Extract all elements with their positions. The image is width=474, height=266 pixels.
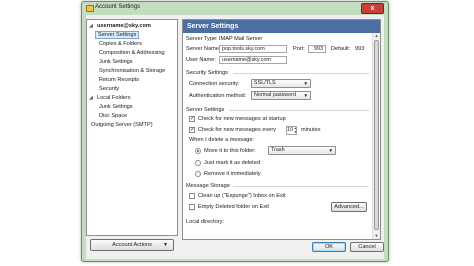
server-name-input[interactable]: pop.tools.sky.com	[219, 45, 287, 53]
tree-item-junk-settings[interactable]: Junk Settings	[97, 58, 135, 67]
account-actions-button[interactable]: Account Actions ▼	[90, 239, 174, 251]
chevron-down-icon: ▼	[163, 242, 168, 248]
remove-immediately-label: Remove it immediately	[204, 171, 261, 177]
auth-method-label: Authentication method:	[189, 93, 247, 99]
local-directory-label: Local directory:	[186, 219, 224, 225]
port-label: Port:	[293, 46, 305, 52]
divider	[233, 73, 369, 74]
check-interval-stepper[interactable]: 10 ▲ ▼	[286, 126, 297, 135]
user-name-input[interactable]: username@sky.com	[219, 56, 287, 64]
check-startup-label: Check for new messages at startup	[198, 116, 286, 122]
check-every-label: Check for new messages every	[198, 127, 277, 133]
mark-deleted-label: Just mark it as deleted	[204, 160, 260, 166]
scroll-up-icon[interactable]: ▲	[373, 33, 380, 39]
tree-item-account[interactable]: ◢ username@sky.com	[89, 22, 153, 31]
security-settings-heading: Security Settings	[186, 70, 228, 76]
default-port-value: 993	[355, 46, 365, 52]
title-bar[interactable]: Account Settings x	[82, 2, 388, 14]
connection-security-label: Connection security:	[189, 81, 240, 87]
minutes-label: minutes	[301, 127, 321, 133]
message-storage-heading: Message Storage	[186, 183, 230, 189]
empty-deleted-checkbox[interactable]	[189, 204, 195, 210]
connection-security-select[interactable]: SSL/TLS ▼	[251, 79, 311, 88]
tree-item-composition[interactable]: Composition & Addressing	[97, 49, 167, 58]
server-type-label: Server Type:	[186, 36, 218, 42]
divider	[229, 110, 369, 111]
panel-title: Server Settings	[183, 20, 380, 33]
default-port-label: Default:	[331, 46, 351, 52]
port-input[interactable]: 993	[308, 45, 326, 53]
scroll-down-icon[interactable]: ▼	[373, 233, 380, 239]
check-startup-checkbox[interactable]	[189, 115, 195, 122]
advanced-button[interactable]: Advanced...	[331, 202, 367, 212]
cancel-button[interactable]: Cancel	[350, 242, 384, 252]
ok-button[interactable]: OK	[312, 242, 346, 252]
auth-method-select[interactable]: Normal password ▼	[251, 91, 311, 100]
mark-deleted-radio[interactable]	[195, 160, 201, 166]
chevron-down-icon: ▼	[303, 81, 308, 86]
tree-item-server-settings[interactable]: Server Settings	[95, 31, 140, 40]
user-name-label: User Name:	[186, 57, 216, 63]
server-settings-heading: Server Settings	[186, 107, 225, 113]
empty-deleted-label: Empty Deleted folder on Exit	[198, 204, 269, 210]
tree-item-local-junk-settings[interactable]: Junk Settings	[97, 103, 135, 112]
move-to-folder-radio[interactable]	[195, 148, 201, 154]
tree-item-outgoing-server[interactable]: Outgoing Server (SMTP)	[89, 121, 155, 130]
account-settings-window: Account Settings x ◢ username@sky.com Ser…	[81, 1, 389, 262]
tree-item-security[interactable]: Security	[97, 85, 121, 94]
remove-immediately-radio[interactable]	[195, 171, 201, 177]
chevron-down-icon: ▼	[328, 148, 333, 153]
server-name-label: Server Name:	[186, 46, 221, 52]
scrollbar-thumb[interactable]	[374, 40, 379, 230]
move-to-folder-label: Move it to this folder:	[204, 148, 256, 154]
cleanup-inbox-label: Clean up ("Expunge") Inbox on Exit	[198, 193, 286, 199]
tree-item-local-folders[interactable]: ◢ Local Folders	[89, 94, 133, 103]
chevron-down-icon: ▼	[303, 93, 308, 98]
check-every-checkbox[interactable]	[189, 126, 195, 133]
close-button[interactable]: x	[361, 3, 384, 14]
delete-behaviour-label: When I delete a message:	[189, 137, 254, 143]
account-tree[interactable]: ◢ username@sky.com Server Settings Copies…	[86, 19, 178, 236]
tree-item-disc-space[interactable]: Disc Space	[97, 112, 129, 121]
window-title: Account Settings	[95, 4, 141, 10]
tree-item-synchronisation[interactable]: Synchronisation & Storage	[97, 67, 167, 76]
server-type-value: IMAP Mail Server	[219, 36, 263, 42]
tree-item-copies-folders[interactable]: Copies & Folders	[97, 40, 144, 49]
trash-folder-select[interactable]: Trash ▼	[268, 146, 336, 155]
dialog-body: ◢ username@sky.com Server Settings Copies…	[86, 15, 384, 259]
spin-arrows-icon[interactable]: ▲ ▼	[294, 126, 297, 134]
settings-panel: Server Settings Server Type: IMAP Mail S…	[182, 19, 381, 240]
panel-scrollbar[interactable]: ▲ ▼	[372, 33, 380, 239]
cleanup-inbox-checkbox[interactable]	[189, 193, 195, 199]
tree-item-return-receipts[interactable]: Return Receipts	[97, 76, 141, 85]
divider	[233, 186, 369, 187]
app-icon	[86, 5, 94, 12]
